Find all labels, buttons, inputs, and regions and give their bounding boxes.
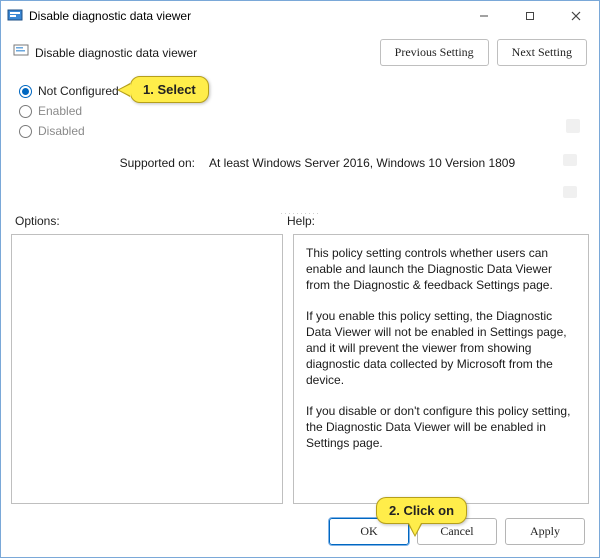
apply-button[interactable]: Apply [505, 518, 585, 545]
radio-checked-icon [19, 85, 32, 98]
policy-icon [13, 43, 29, 62]
state-radio-group: Not Configured Enabled Disabled [1, 72, 599, 148]
help-label: Help: [287, 214, 585, 228]
radio-unchecked-icon [19, 105, 32, 118]
supported-on-label: Supported on: [19, 152, 195, 170]
supported-on-row: Supported on: At least Windows Server 20… [1, 148, 599, 208]
previous-setting-button[interactable]: Previous Setting [380, 39, 489, 66]
radio-unchecked-icon [19, 125, 32, 138]
annotation-select: 1. Select [130, 76, 209, 103]
comment-textarea[interactable] [213, 76, 581, 134]
help-panel: This policy setting controls whether use… [293, 234, 589, 504]
scroll-nub-icon [566, 119, 580, 133]
minimize-button[interactable] [461, 1, 507, 31]
radio-label: Enabled [38, 104, 82, 118]
help-paragraph: If you disable or don't configure this p… [306, 403, 574, 452]
gpedit-policy-dialog: Disable diagnostic data viewer Disable d… [0, 0, 600, 558]
maximize-button[interactable] [507, 1, 553, 31]
help-paragraph: This policy setting controls whether use… [306, 245, 574, 294]
radio-label: Not Configured [38, 84, 119, 98]
policy-heading: Disable diagnostic data viewer [13, 43, 197, 62]
supported-on-value-box: At least Windows Server 2016, Windows 10… [203, 152, 581, 200]
system-buttons [461, 1, 599, 31]
options-panel [11, 234, 283, 504]
annotation-text: 2. Click on [389, 503, 454, 518]
titlebar: Disable diagnostic data viewer [1, 1, 599, 31]
supported-on-value: At least Windows Server 2016, Windows 10… [209, 156, 515, 170]
policy-name: Disable diagnostic data viewer [35, 46, 197, 60]
radio-label: Disabled [38, 124, 85, 138]
scroll-up-icon [563, 154, 577, 166]
panels: This policy setting controls whether use… [1, 228, 599, 508]
options-label: Options: [15, 214, 287, 228]
next-setting-button[interactable]: Next Setting [497, 39, 587, 66]
window-title: Disable diagnostic data viewer [29, 9, 461, 23]
close-button[interactable] [553, 1, 599, 31]
scroll-down-icon [563, 186, 577, 198]
panel-labels: Options: Help: [1, 214, 599, 228]
header-row: Disable diagnostic data viewer Previous … [1, 31, 599, 72]
dialog-footer: OK Cancel Apply [1, 508, 599, 557]
app-icon [7, 8, 23, 24]
help-paragraph: If you enable this policy setting, the D… [306, 308, 574, 389]
annotation-click: 2. Click on [376, 497, 467, 524]
annotation-text: 1. Select [143, 82, 196, 97]
